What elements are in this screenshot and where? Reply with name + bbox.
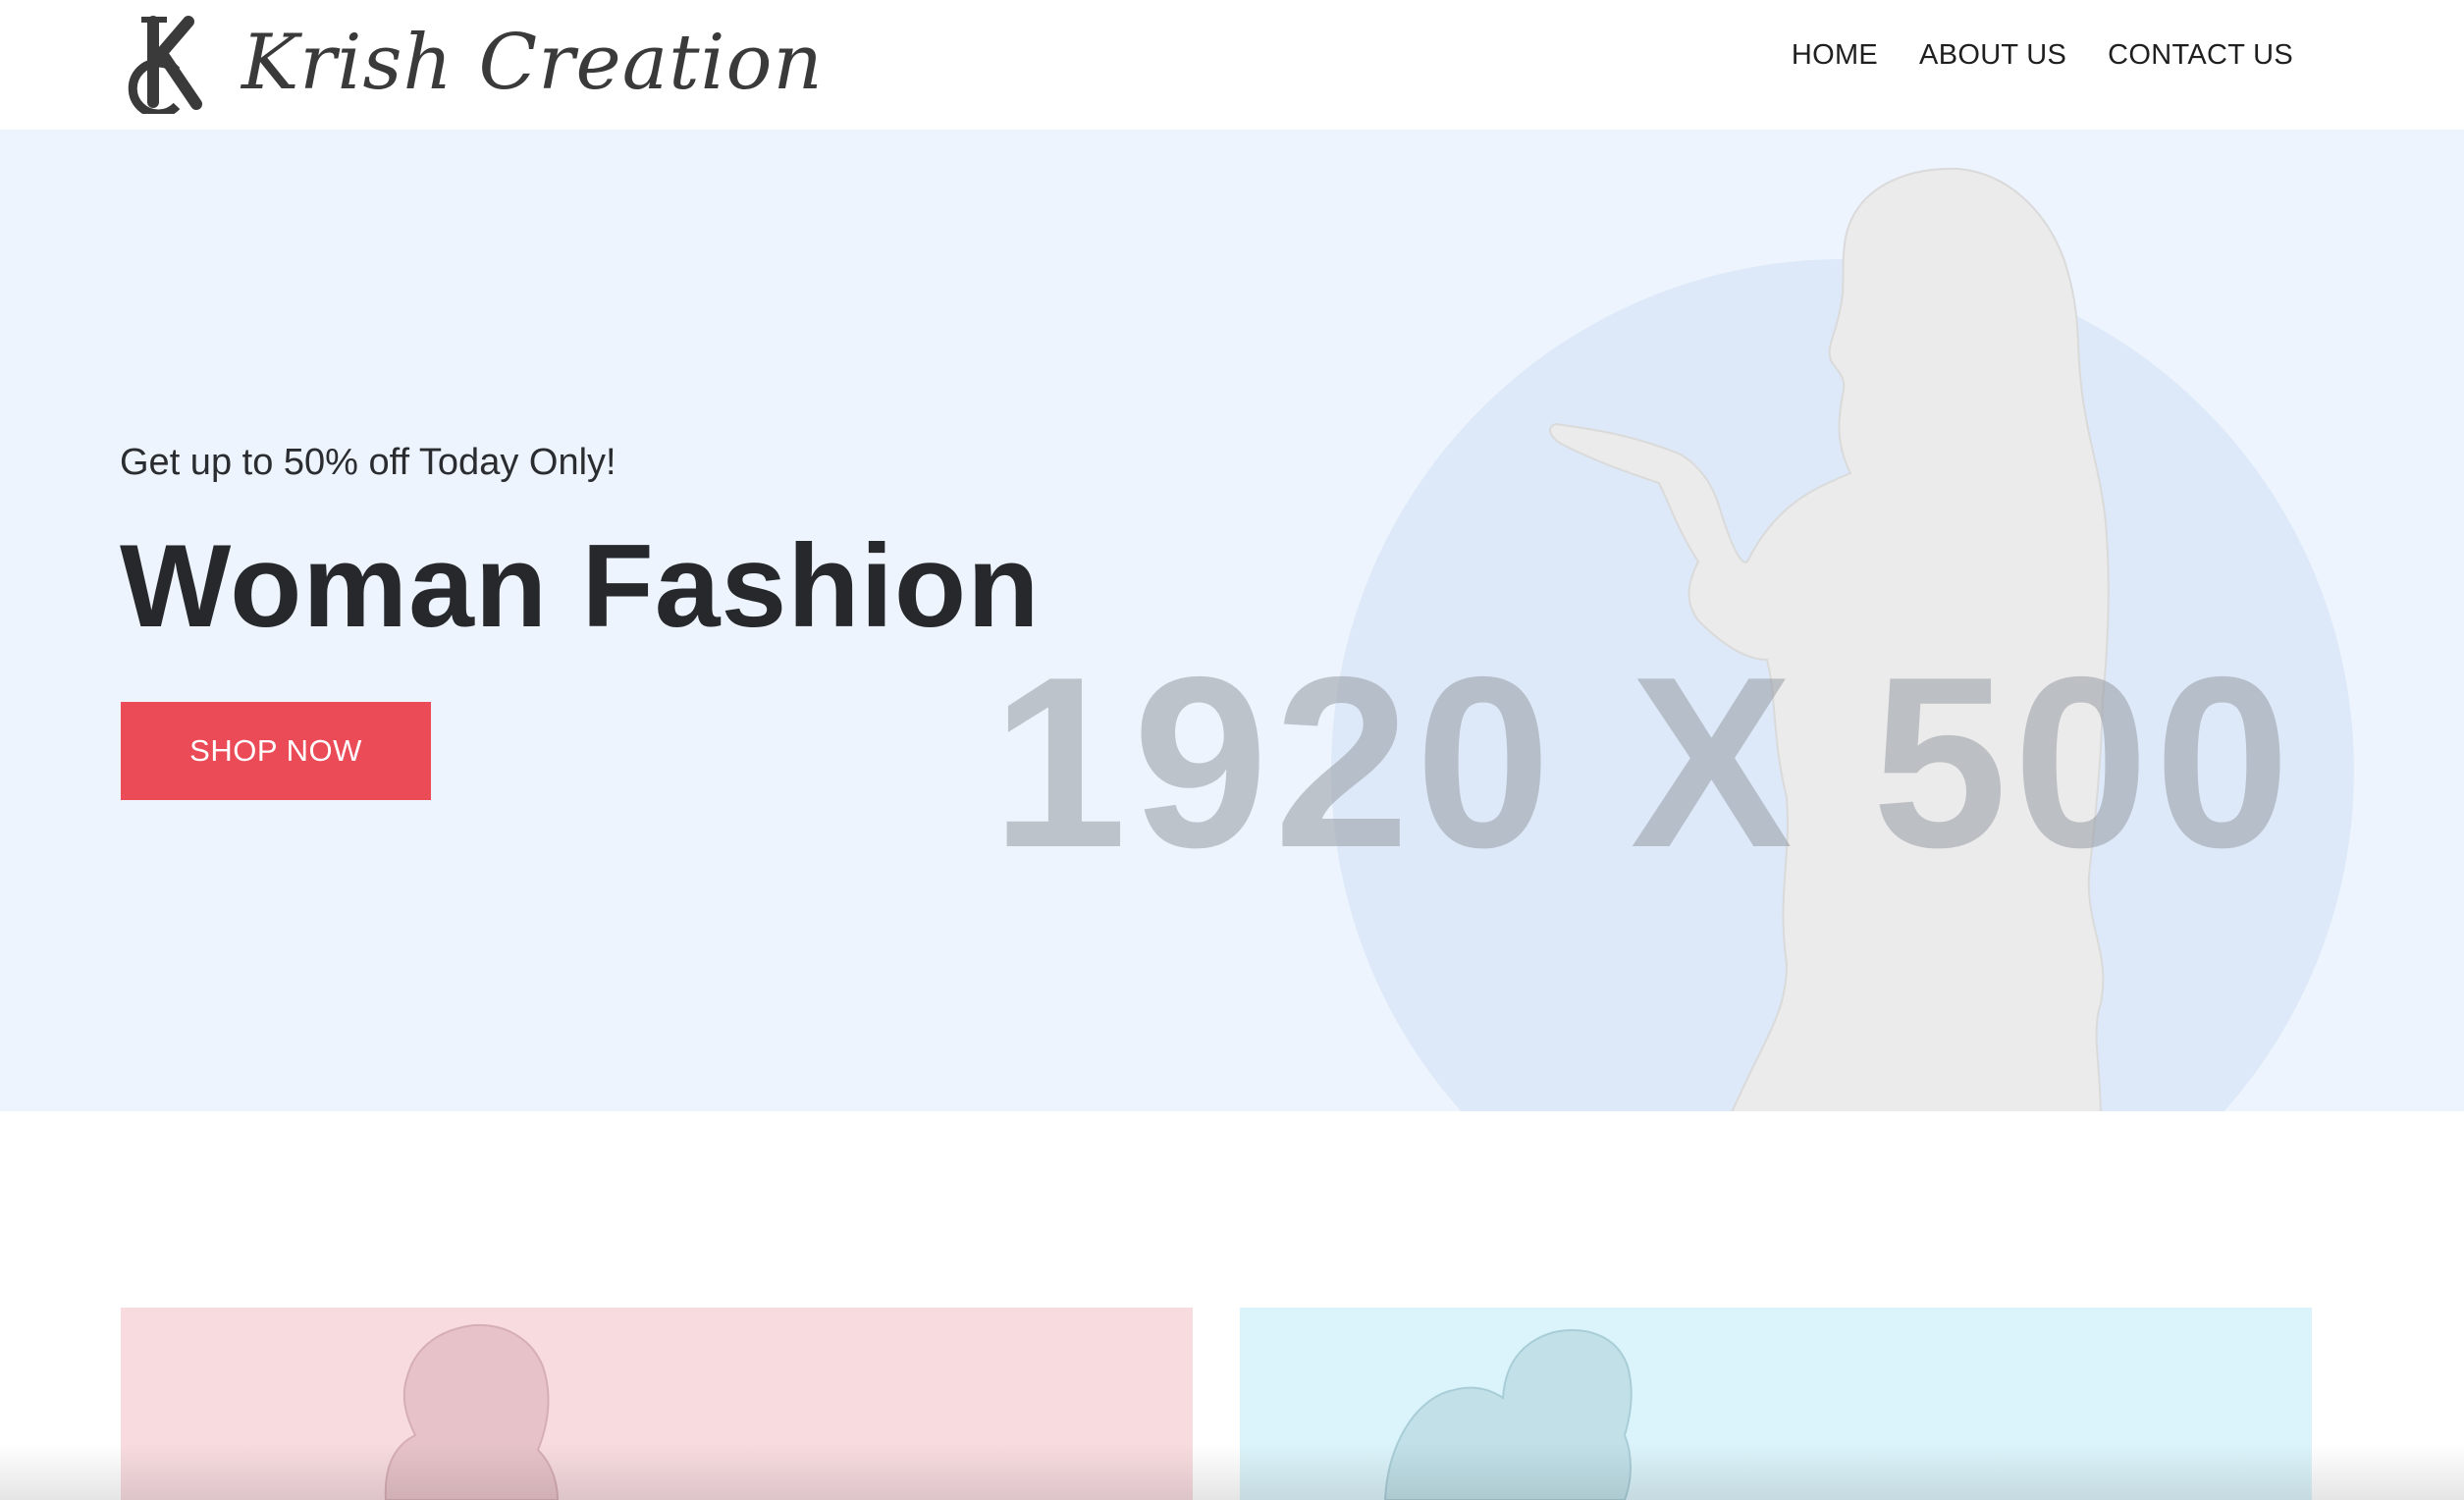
site-logo[interactable]: Krish Creation xyxy=(120,12,824,114)
woman-portrait-silhouette-image xyxy=(384,1323,560,1500)
nav-home[interactable]: HOME xyxy=(1792,39,1878,72)
pink-category-tile[interactable] xyxy=(121,1308,1193,1500)
cyan-category-tile[interactable] xyxy=(1240,1308,2312,1500)
hero-title: Woman Fashion xyxy=(120,520,1041,652)
hero-banner: 1920 X 500 Get up to 50% off Today Only!… xyxy=(0,130,2464,1111)
main-nav: HOME ABOUT US CONTACT US xyxy=(1792,39,2293,72)
shop-now-button[interactable]: SHOP NOW xyxy=(121,702,431,800)
nav-about-us[interactable]: ABOUT US xyxy=(1919,39,2066,72)
logo-monogram-icon xyxy=(128,16,202,114)
site-header: Krish Creation HOME ABOUT US CONTACT US xyxy=(0,0,2464,130)
page: Krish Creation HOME ABOUT US CONTACT US … xyxy=(0,0,2464,1500)
logo-name: Krish Creation xyxy=(241,19,824,107)
hero-kicker: Get up to 50% off Today Only! xyxy=(120,442,616,483)
man-portrait-silhouette-image xyxy=(1383,1329,1633,1500)
image-placeholder-label: 1920 X 500 xyxy=(991,625,2296,898)
nav-contact-us[interactable]: CONTACT US xyxy=(2108,39,2293,72)
